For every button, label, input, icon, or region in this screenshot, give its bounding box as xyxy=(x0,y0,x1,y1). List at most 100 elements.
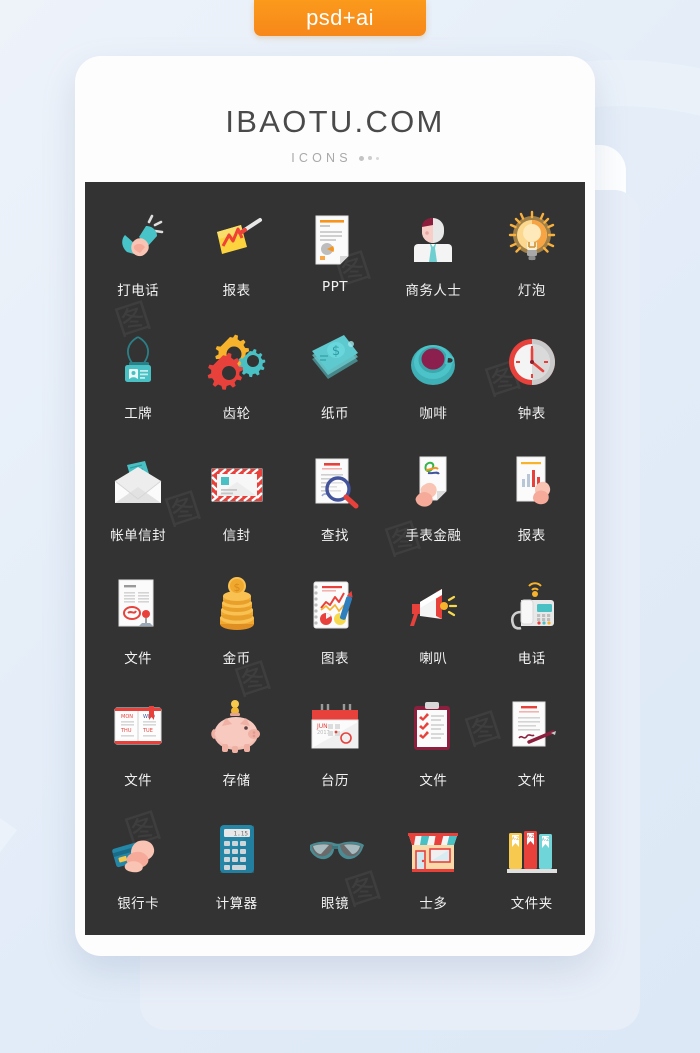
icon-label: 商务人士 xyxy=(405,283,462,299)
card-header: IBAOTU.COM ICONS xyxy=(75,56,595,165)
icon-label: 报表 xyxy=(222,283,251,299)
icon-cell[interactable]: $ 金币 xyxy=(187,562,285,685)
report-chart-icon xyxy=(204,206,270,272)
svg-text:A-Z: A-Z xyxy=(542,837,549,842)
gold-coins-icon: $ xyxy=(204,574,270,640)
svg-text:A-Z: A-Z xyxy=(527,834,534,839)
signed-document-icon xyxy=(499,696,565,762)
icon-label: 台历 xyxy=(320,773,349,789)
icon-label: 眼镜 xyxy=(320,895,349,912)
icon-cell[interactable]: 眼镜 xyxy=(286,807,384,930)
coffee-cup-icon xyxy=(400,329,466,395)
icon-label: 工牌 xyxy=(124,405,153,422)
icon-label: 文件 xyxy=(124,773,153,789)
icon-cell[interactable]: JUN 2017 台历 xyxy=(286,684,384,807)
ppt-document-icon xyxy=(302,206,368,272)
icon-label: 帐单信封 xyxy=(110,528,167,544)
sunglasses-icon xyxy=(302,819,368,885)
icon-cell[interactable]: 报表 xyxy=(483,439,581,562)
icon-label: 手表金融 xyxy=(405,528,462,544)
svg-text:$: $ xyxy=(233,581,240,594)
icon-cell[interactable]: $ 纸币 xyxy=(286,317,384,440)
icon-cell[interactable]: 齿轮 xyxy=(187,317,285,440)
icon-cell[interactable]: A-Z A-Z A-Z 文件夹 xyxy=(483,807,581,930)
icon-label: 银行卡 xyxy=(117,895,160,912)
icon-cell[interactable]: 钟表 xyxy=(483,317,581,440)
svg-text:MON: MON xyxy=(121,714,133,720)
bank-card-icon xyxy=(105,819,171,885)
icon-label: 存储 xyxy=(222,773,251,789)
icon-cell[interactable]: 喇叭 xyxy=(384,562,482,685)
icon-cell[interactable]: 士多 xyxy=(384,807,482,930)
budget-document-icon xyxy=(105,574,171,640)
search-document-icon xyxy=(302,451,368,517)
gears-icon xyxy=(204,329,270,395)
bill-envelope-icon xyxy=(105,451,171,517)
icon-label: 纸币 xyxy=(320,405,349,422)
icon-cell[interactable]: 商务人士 xyxy=(384,194,482,317)
chart-notepad-icon xyxy=(302,574,368,640)
icon-cell[interactable]: 咖啡 xyxy=(384,317,482,440)
icon-label: 文件 xyxy=(419,773,448,789)
id-badge-icon xyxy=(105,329,171,395)
icon-cell[interactable]: 图表 xyxy=(286,562,384,685)
file-folders-icon: A-Z A-Z A-Z xyxy=(499,819,565,885)
svg-text:TUE: TUE xyxy=(142,728,153,734)
icon-label: 文件 xyxy=(124,650,153,667)
icon-cell[interactable]: 文件 xyxy=(483,684,581,807)
checklist-clipboard-icon xyxy=(400,696,466,762)
page-title: IBAOTU.COM xyxy=(225,104,445,139)
hand-document-finance-icon xyxy=(400,451,466,517)
icon-cell[interactable]: 灯泡 xyxy=(483,194,581,317)
svg-text:THU: THU xyxy=(120,728,132,734)
icon-cell[interactable]: 信封 xyxy=(187,439,285,562)
svg-text:$: $ xyxy=(332,344,340,359)
icon-label: 灯泡 xyxy=(517,283,546,299)
icon-label: 文件 xyxy=(517,773,546,789)
icon-label: 打电话 xyxy=(117,283,160,299)
icon-set-card: IBAOTU.COM ICONS 图 图 图 图 图 图 图 图 图 打电话 报表… xyxy=(75,56,595,956)
icon-cell[interactable]: 1.15 计算器 xyxy=(187,807,285,930)
icon-label: 喇叭 xyxy=(419,650,448,667)
icon-cell[interactable]: 手表金融 xyxy=(384,439,482,562)
icon-label: 报表 xyxy=(517,528,546,544)
icon-cell[interactable]: 电话 xyxy=(483,562,581,685)
icon-cell[interactable]: MON WED THU TUE 文件 xyxy=(89,684,187,807)
icon-label: 计算器 xyxy=(215,895,258,912)
icon-label: 图表 xyxy=(320,650,349,667)
svg-text:1.15: 1.15 xyxy=(233,830,248,837)
psd-ai-badge: psd+ai xyxy=(254,0,426,36)
desk-calendar-icon: JUN 2017 xyxy=(302,696,368,762)
icon-grid-panel: 图 图 图 图 图 图 图 图 图 打电话 报表 PPT 商务人士 灯泡 工牌 齿轮 $ 纸币咖… xyxy=(85,182,585,935)
icon-label: 咖啡 xyxy=(419,405,448,422)
icon-label: PPT xyxy=(321,279,348,295)
svg-text:JUN: JUN xyxy=(316,723,328,730)
icon-cell[interactable]: PPT xyxy=(286,194,384,317)
icon-cell[interactable]: 查找 xyxy=(286,439,384,562)
icon-cell[interactable]: 帐单信封 xyxy=(89,439,187,562)
businessman-icon xyxy=(400,206,466,272)
icon-label: 钟表 xyxy=(517,405,546,422)
icon-label: 电话 xyxy=(517,650,546,667)
icon-cell[interactable]: 文件 xyxy=(384,684,482,807)
calculator-icon: 1.15 xyxy=(204,819,270,885)
dots-decoration xyxy=(358,155,379,161)
icon-cell[interactable]: 银行卡 xyxy=(89,807,187,930)
icon-cell[interactable]: 打电话 xyxy=(89,194,187,317)
icon-label: 信封 xyxy=(222,528,251,544)
icon-label: 文件夹 xyxy=(510,895,553,912)
subtitle-row: ICONS xyxy=(75,151,595,165)
icon-cell[interactable]: 文件 xyxy=(89,562,187,685)
icon-cell[interactable]: 工牌 xyxy=(89,317,187,440)
svg-text:A-Z: A-Z xyxy=(512,836,519,841)
piggy-bank-icon xyxy=(204,696,270,762)
icon-cell[interactable]: 报表 xyxy=(187,194,285,317)
envelope-icon xyxy=(204,451,270,517)
phone-call-icon xyxy=(105,206,171,272)
icon-label: 金币 xyxy=(222,650,251,667)
planner-book-icon: MON WED THU TUE xyxy=(105,696,171,762)
banknote-icon: $ xyxy=(302,329,368,395)
icon-cell[interactable]: 存储 xyxy=(187,684,285,807)
telephone-icon xyxy=(499,574,565,640)
icon-label: 查找 xyxy=(320,528,349,544)
